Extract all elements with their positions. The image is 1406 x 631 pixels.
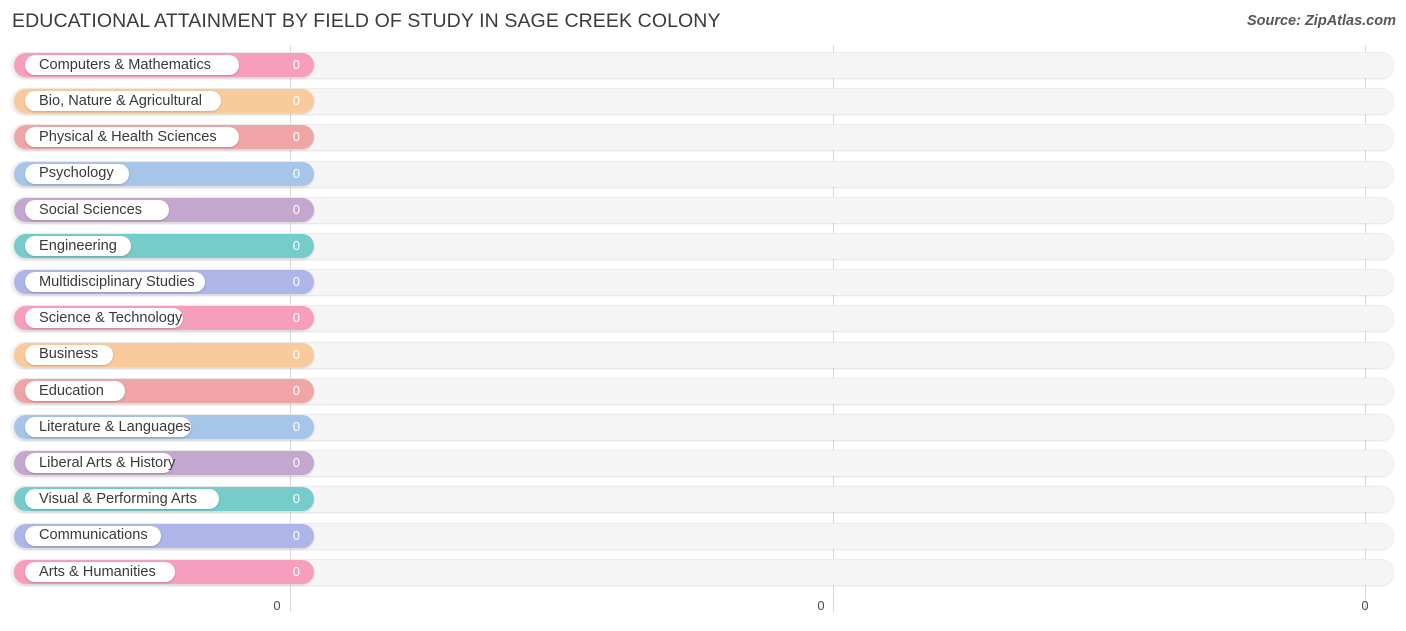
source-attribution: Source: ZipAtlas.com <box>1246 13 1396 29</box>
bar-value-label: 0 <box>292 455 300 471</box>
bar-value-label: 0 <box>292 57 300 72</box>
bar-row[interactable]: 0 Liberal Arts & History <box>11 450 1394 477</box>
category-label: Business <box>39 346 99 363</box>
category-label-chip[interactable]: Communications <box>25 525 161 546</box>
category-label-chip[interactable]: Engineering <box>25 236 131 256</box>
bar-value-label: 0 <box>292 346 300 362</box>
category-label-chip[interactable]: Computers & Mathematics <box>25 55 239 75</box>
category-label: Computers & Mathematics <box>39 56 211 73</box>
category-label: Physical & Health Sciences <box>39 129 217 146</box>
bar-row[interactable]: 0 Arts & Humanities <box>11 558 1394 585</box>
bar-value-label: 0 <box>292 382 300 398</box>
bar-row[interactable]: 0 Engineering <box>11 233 1394 259</box>
bar-row[interactable]: 0 Science & Technology <box>11 305 1394 332</box>
bar-value-label: 0 <box>292 419 300 434</box>
bar-value-label: 0 <box>292 274 300 290</box>
category-label-chip[interactable]: Psychology <box>25 163 129 184</box>
chart-plot-area: 0 Computers & Mathematics 0 Bio, Nature & A… <box>0 45 1406 596</box>
category-label: Literature & Languages <box>39 418 191 435</box>
category-label: Bio, Nature & Agricultural <box>39 92 203 109</box>
bar-value-label: 0 <box>292 165 300 181</box>
bar-row[interactable]: 0 Psychology <box>11 160 1394 187</box>
category-label-chip[interactable]: Science & Technology <box>25 308 183 329</box>
x-axis-tick-mark <box>833 596 834 612</box>
category-label-chip[interactable]: Visual & Performing Arts <box>25 489 219 510</box>
category-label-chip[interactable]: Social Sciences <box>25 199 169 220</box>
bar-row[interactable]: 0 Multidisciplinary Studies <box>11 269 1394 296</box>
bar-value-label: 0 <box>292 93 300 109</box>
bar-value-label: 0 <box>292 491 300 507</box>
category-label: Arts & Humanities <box>39 563 156 580</box>
x-axis-tick-label: 0 <box>817 598 825 613</box>
category-label-chip[interactable]: Business <box>25 344 113 365</box>
bar-row[interactable]: 0 Bio, Nature & Agricultural <box>11 88 1394 115</box>
x-axis: 0 0 0 <box>0 596 1406 631</box>
bar-value-label: 0 <box>292 238 300 253</box>
bar-row[interactable]: 0 Visual & Performing Arts <box>11 486 1394 513</box>
x-axis-tick-mark <box>290 596 291 612</box>
bar-row[interactable]: 0 Physical & Health Sciences <box>11 124 1394 151</box>
category-label: Multidisciplinary Studies <box>39 273 195 290</box>
bar-row[interactable]: 0 Social Sciences <box>11 196 1394 223</box>
bar-row[interactable]: 0 Literature & Languages <box>11 414 1394 440</box>
category-label-chip[interactable]: Bio, Nature & Agricultural <box>25 91 221 112</box>
bar-value-label: 0 <box>292 129 300 145</box>
category-label: Social Sciences <box>39 201 143 218</box>
bar-row[interactable]: 0 Communications <box>11 522 1394 549</box>
category-label: Psychology <box>39 165 114 182</box>
category-label: Engineering <box>39 237 117 254</box>
bar-row[interactable]: 0 Education <box>11 377 1394 404</box>
bar-value-label: 0 <box>292 201 300 217</box>
category-label: Visual & Performing Arts <box>39 491 197 508</box>
category-label-chip[interactable]: Literature & Languages <box>25 417 191 437</box>
chart-header: EDUCATIONAL ATTAINMENT BY FIELD OF STUDY… <box>0 0 1406 45</box>
bar-value-label: 0 <box>292 527 300 543</box>
category-label: Liberal Arts & History <box>39 454 176 471</box>
bar-value-label: 0 <box>292 310 300 326</box>
bar-row[interactable]: 0 Computers & Mathematics <box>11 52 1394 78</box>
category-label-chip[interactable]: Education <box>25 380 125 401</box>
category-label-chip[interactable]: Multidisciplinary Studies <box>25 272 205 293</box>
category-label: Science & Technology <box>39 310 183 327</box>
x-axis-tick-label: 0 <box>1361 598 1369 613</box>
bar-value-label: 0 <box>292 563 300 579</box>
category-label-chip[interactable]: Liberal Arts & History <box>25 453 176 474</box>
bar-row[interactable]: 0 Business <box>11 341 1394 368</box>
category-label-chip[interactable]: Arts & Humanities <box>25 561 175 582</box>
page-title: EDUCATIONAL ATTAINMENT BY FIELD OF STUDY… <box>12 10 721 32</box>
category-label: Education <box>39 382 104 399</box>
category-label-chip[interactable]: Physical & Health Sciences <box>25 127 239 148</box>
category-label: Communications <box>39 527 148 544</box>
x-axis-tick-label: 0 <box>273 598 281 613</box>
